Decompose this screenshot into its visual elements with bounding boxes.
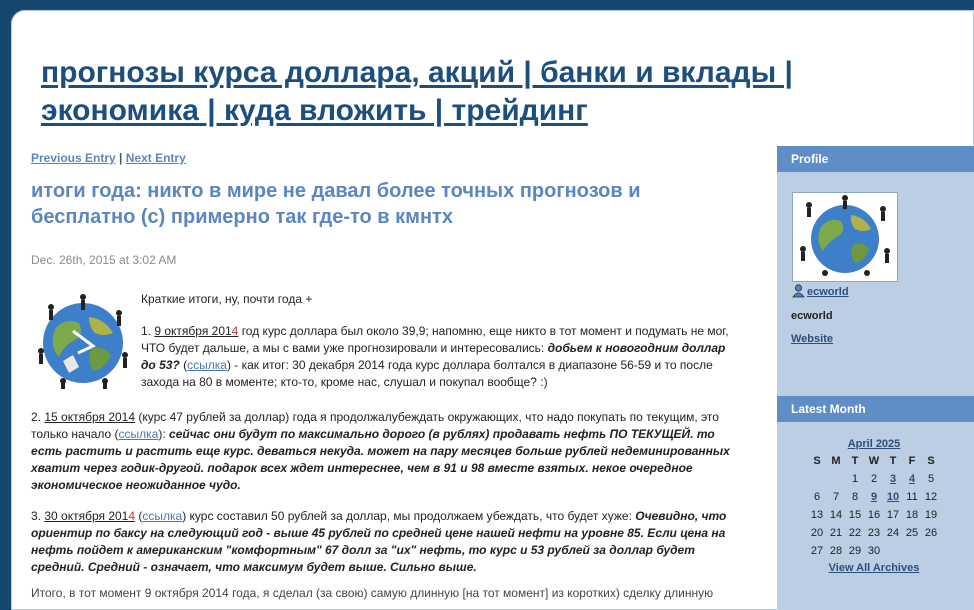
calendar: April 2025 S M T W T F S 1 2 3 4 5 6 7 8 9 10 11 12 13 14 15 1… [789,436,959,574]
calendar-weekday: T [889,455,897,467]
p1-text-2: ) - как итог: 30 декабря 2014 года курс … [141,358,713,389]
entry-title: итоги года: никто в мире не давал более … [31,180,641,228]
calendar-day: 19 [924,509,938,521]
entry-nav: Previous Entry | Next Entry [31,151,186,165]
website-link[interactable]: Website [791,333,833,345]
previous-entry-link[interactable]: Previous Entry [31,151,116,165]
calendar-day: 2 [870,473,878,485]
calendar-day[interactable]: 10 [884,488,903,506]
view-all-archives-link[interactable]: View All Archives [789,562,959,574]
profile-username: ecworld [791,310,833,322]
p1-number: 1. [141,324,155,338]
globe-dancers-icon[interactable] [792,192,898,282]
calendar-weekday: T [851,455,859,467]
p3-link[interactable]: ссылка [142,509,182,523]
next-entry-link[interactable]: Next Entry [126,151,186,165]
calendar-day: 16 [867,509,881,521]
sidebar: Profile ecworld ecworld Website Latest M… [777,146,974,610]
calendar-weekday: F [908,455,916,467]
p1-paren: ( [179,358,188,372]
calendar-grid: S M T W T F S 1 2 3 4 5 6 7 8 9 10 11 12 13 14 15 16 17 18 19 20 21… [789,452,959,560]
calendar-day: 22 [848,527,862,539]
calendar-day [808,470,827,488]
calendar-month-link[interactable]: April 2025 [789,436,959,452]
globe-dancers-icon [38,294,128,389]
nav-separator: | [119,151,123,165]
page: прогнозы курса доллара, акций | банки и … [11,10,974,610]
entry-intro: Краткие итоги, ну, почти года + [141,292,313,306]
calendar-day: 29 [848,545,862,557]
entry-date: Dec. 26th, 2015 at 3:02 AM [31,253,177,267]
p2-text-2: ): [158,427,170,441]
calendar-weekday: W [868,455,880,467]
calendar-day: 8 [851,491,859,503]
entry-paragraph-2: 2. 15 октября 2014 (курс 47 рублей за до… [31,409,731,494]
calendar-day [922,542,941,560]
calendar-day[interactable]: 3 [884,470,903,488]
calendar-day: 28 [829,545,843,557]
calendar-day: 23 [867,527,881,539]
blog-title[interactable]: прогнозы курса доллара, акций | банки и … [41,54,921,130]
p1-date: 9 октября 2014 [154,324,239,338]
user-icon [792,284,805,298]
calendar-day: 20 [810,527,824,539]
calendar-day: 26 [924,527,938,539]
calendar-weekday: M [831,455,841,467]
latest-month-header: Latest Month [777,396,974,422]
entry-paragraph-3: 3. 30 октября 2014 (ссылка) курс состави… [31,508,731,576]
calendar-day: 13 [810,509,824,521]
calendar-day[interactable]: 9 [865,488,884,506]
calendar-day: 27 [810,545,824,557]
calendar-day [884,542,903,560]
calendar-day: 15 [848,509,862,521]
calendar-day: 11 [906,491,918,503]
calendar-day [903,542,922,560]
p1-link[interactable]: ссылка [187,358,227,372]
calendar-day[interactable]: 4 [903,470,922,488]
calendar-day: 17 [886,509,900,521]
p3-number: 3. [31,509,45,523]
profile-username-link[interactable]: ecworld [807,286,849,298]
calendar-day: 12 [924,491,938,503]
p2-date: 15 октября 2014 [44,410,136,424]
calendar-day: 7 [832,491,840,503]
profile-header: Profile [777,146,974,172]
calendar-day: 1 [851,473,859,485]
calendar-day: 21 [829,527,843,539]
p3-date: 30 октября 2014 [44,509,136,523]
calendar-day: 5 [927,473,935,485]
calendar-weekday: S [813,455,821,467]
calendar-day: 6 [813,491,821,503]
calendar-day [827,470,846,488]
calendar-day: 14 [829,509,843,521]
calendar-day: 25 [905,527,919,539]
entry-paragraph-1: 1. 9 октября 2014 год курс доллара был о… [141,323,731,391]
calendar-weekday: S [927,455,935,467]
calendar-day: 18 [905,509,919,521]
p2-link[interactable]: ссылка [119,427,159,441]
p2-number: 2. [31,410,45,424]
p3-text: ) курс составил 50 рублей за доллар, мы … [182,509,636,523]
calendar-day: 24 [886,527,900,539]
calendar-day: 30 [867,545,881,557]
